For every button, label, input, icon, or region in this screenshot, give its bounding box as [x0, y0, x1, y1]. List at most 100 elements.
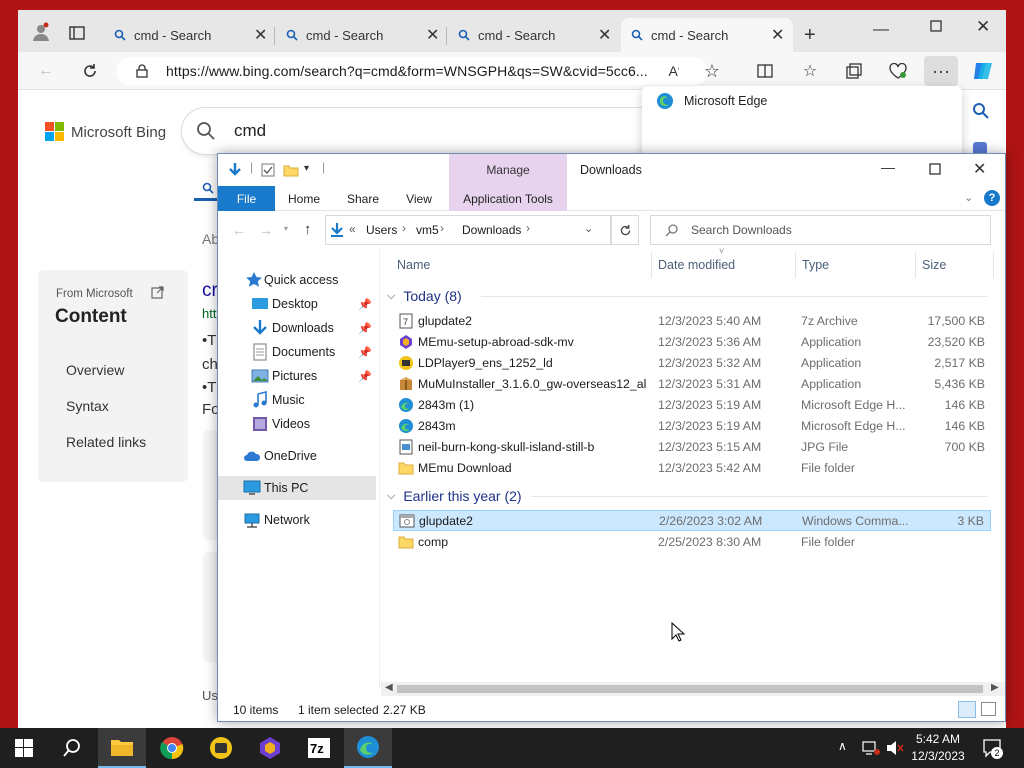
taskbar-memu[interactable] [246, 728, 294, 768]
refresh-icon[interactable] [80, 61, 100, 81]
browser-tab-2[interactable]: cmd - Search ✕ [276, 18, 442, 52]
help-icon[interactable]: ? [984, 190, 1000, 206]
expand-ribbon-icon[interactable]: ⌄ [964, 191, 973, 204]
side-nav-syntax[interactable]: Syntax [66, 398, 109, 414]
ribbon-tab-file[interactable]: File [218, 186, 275, 211]
taskbar-chrome[interactable] [148, 728, 196, 768]
bing-logo[interactable]: Microsoft Bing [45, 122, 166, 142]
browser-tab-3[interactable]: cmd - Search ✕ [448, 18, 614, 52]
file-row[interactable]: MuMuInstaller_3.1.6.0_gw-overseas12_all.… [393, 374, 991, 395]
details-view-icon[interactable] [958, 701, 976, 718]
new-folder-icon[interactable] [283, 163, 299, 177]
nav-documents[interactable]: Documents 📌 [218, 340, 376, 364]
nav-network[interactable]: Network [218, 508, 376, 532]
nav-videos[interactable]: Videos [218, 412, 376, 436]
browser-essentials-icon[interactable] [888, 61, 908, 81]
scrollbar-thumb[interactable] [397, 685, 983, 693]
read-aloud-icon[interactable]: Aʼ [664, 61, 684, 81]
ribbon-tab-view[interactable]: View [394, 186, 444, 211]
search-downloads-field[interactable]: Search Downloads [650, 215, 991, 245]
file-row[interactable]: MEmu Download 12/3/2023 5:42 AM File fol… [393, 458, 991, 479]
nav-music[interactable]: Music [218, 388, 376, 412]
new-tab-icon[interactable]: + [804, 24, 816, 47]
collapse-chevron-icon[interactable]: ⌵ [387, 490, 395, 503]
close-tab-icon[interactable]: ✕ [598, 25, 611, 45]
breadcrumb-users[interactable]: Users [366, 223, 397, 237]
ribbon-tab-home[interactable]: Home [280, 186, 328, 211]
favorite-star-icon[interactable]: ☆ [702, 61, 722, 81]
search-scope-icon[interactable] [202, 182, 214, 194]
result-title-link[interactable]: cr [202, 280, 218, 302]
taskbar-edge[interactable] [344, 728, 392, 768]
profile-icon[interactable] [31, 22, 51, 42]
bing-search-box[interactable]: cmd [182, 108, 702, 154]
nav-this-pc[interactable]: This PC [218, 476, 376, 500]
search-button[interactable] [48, 728, 96, 768]
file-row-selected[interactable]: glupdate2 2/26/2023 3:02 AM Windows Comm… [393, 510, 991, 531]
close-tab-icon[interactable]: ✕ [426, 25, 439, 45]
file-row[interactable]: neil-burn-kong-skull-island-still-b 12/3… [393, 437, 991, 458]
taskbar-ldplayer[interactable] [197, 728, 245, 768]
nav-downloads[interactable]: Downloads 📌 [218, 316, 376, 340]
show-hidden-icons[interactable]: ∧ [838, 739, 847, 753]
close-tab-icon[interactable]: ✕ [254, 25, 267, 45]
lock-icon[interactable] [136, 64, 148, 78]
group-header-today[interactable]: ⌵ Today (8) [387, 286, 462, 306]
column-name[interactable]: Name [397, 258, 430, 272]
maximize-icon[interactable] [930, 20, 942, 32]
collapse-chevron-icon[interactable]: ⌵ [387, 290, 395, 303]
horizontal-scrollbar[interactable]: ◀ ▶ [381, 682, 1005, 696]
customize-qat-icon[interactable]: ▾ [304, 163, 309, 174]
tab-actions-icon[interactable] [69, 25, 85, 41]
quick-access-down-arrow-icon[interactable] [227, 162, 243, 178]
maximize-icon[interactable] [929, 163, 941, 175]
manage-context-header[interactable]: Manage [449, 154, 567, 186]
scroll-right-icon[interactable]: ▶ [991, 682, 999, 693]
nav-quick-access[interactable]: Quick access [218, 268, 376, 292]
taskbar-file-explorer[interactable] [98, 728, 146, 768]
minimize-icon[interactable]: — [873, 21, 889, 39]
ribbon-tab-share[interactable]: Share [338, 186, 388, 211]
result-url[interactable]: htt [202, 306, 216, 321]
close-tab-icon[interactable]: ✕ [771, 25, 784, 45]
breadcrumb-overflow[interactable]: « [349, 222, 356, 236]
properties-icon[interactable] [261, 163, 275, 177]
large-icons-view-icon[interactable] [981, 702, 996, 716]
forward-icon[interactable]: → [259, 222, 273, 238]
external-link-icon[interactable] [151, 286, 164, 299]
browser-tab-1[interactable]: cmd - Search ✕ [104, 18, 270, 52]
collections-icon[interactable] [844, 61, 864, 81]
file-row[interactable]: comp 2/25/2023 8:30 AM File folder [393, 532, 991, 553]
breadcrumb-downloads[interactable]: Downloads [462, 223, 521, 237]
file-row[interactable]: 2843m (1) 12/3/2023 5:19 AM Microsoft Ed… [393, 395, 991, 416]
nav-pictures[interactable]: Pictures 📌 [218, 364, 376, 388]
column-date-modified[interactable]: Date modified [658, 258, 735, 272]
scroll-left-icon[interactable]: ◀ [385, 682, 393, 693]
back-icon[interactable]: ← [36, 61, 56, 81]
file-row[interactable]: MEmu-setup-abroad-sdk-mv 12/3/2023 5:36 … [393, 332, 991, 353]
volume-muted-icon[interactable] [886, 740, 904, 756]
address-dropdown-icon[interactable]: ⌄ [584, 222, 593, 235]
sidebar-search-icon[interactable] [972, 102, 990, 120]
column-size[interactable]: Size [922, 258, 946, 272]
clock[interactable]: 5:42 AM 12/3/2023 [908, 731, 968, 765]
close-icon[interactable]: ✕ [976, 17, 990, 37]
favorites-icon[interactable]: ☆ [800, 61, 820, 81]
nav-desktop[interactable]: Desktop 📌 [218, 292, 376, 316]
path-bar[interactable]: « Users › vm5 › Downloads › ⌄ [325, 215, 611, 245]
recent-locations-icon[interactable]: ▾ [284, 224, 288, 233]
start-button[interactable] [0, 728, 48, 768]
file-row[interactable]: 7 glupdate2 12/3/2023 5:40 AM 7z Archive… [393, 311, 991, 332]
copilot-icon[interactable] [972, 60, 994, 82]
side-nav-overview[interactable]: Overview [66, 362, 124, 378]
refresh-button[interactable] [611, 215, 639, 245]
browser-tab-4-active[interactable]: cmd - Search ✕ [621, 18, 793, 52]
file-row[interactable]: LDPlayer9_ens_1252_ld 12/3/2023 5:32 AM … [393, 353, 991, 374]
file-row[interactable]: 2843m 12/3/2023 5:19 AM Microsoft Edge H… [393, 416, 991, 437]
ribbon-tab-application-tools[interactable]: Application Tools [449, 186, 567, 211]
column-type[interactable]: Type [802, 258, 829, 272]
network-icon[interactable] [862, 740, 880, 756]
up-icon[interactable]: ↑ [304, 221, 312, 238]
more-options-icon[interactable]: ··· [924, 56, 958, 86]
back-icon[interactable]: ← [232, 222, 246, 238]
